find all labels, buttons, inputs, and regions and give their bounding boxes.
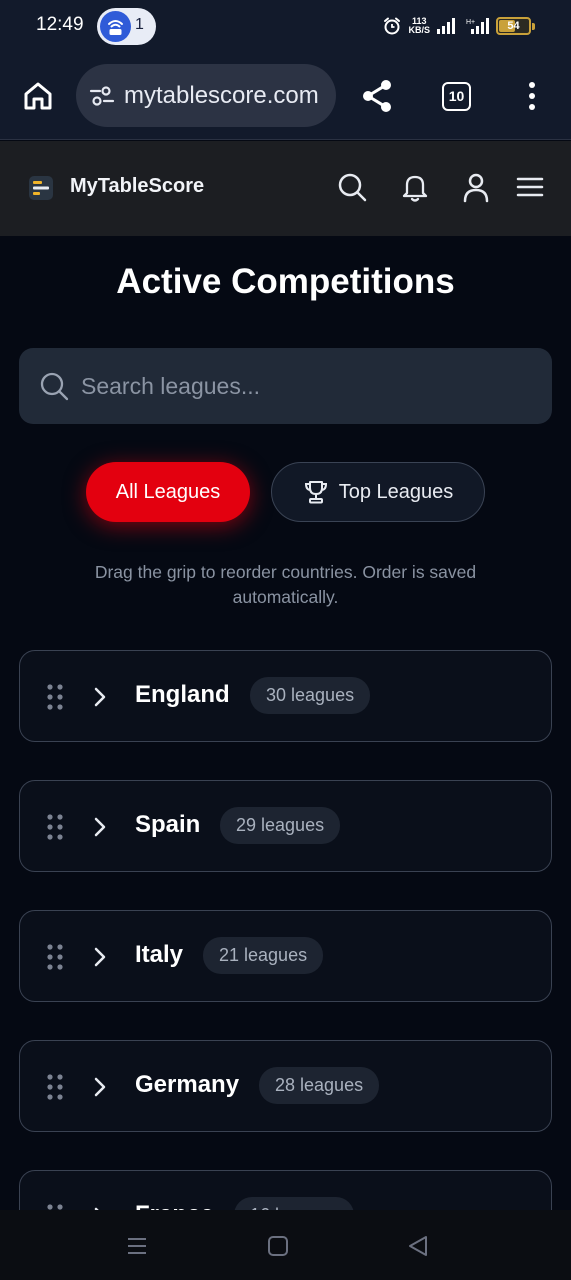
back-icon[interactable] xyxy=(406,1234,430,1258)
network-speed: 113 KB/S xyxy=(408,17,430,35)
tab-switcher-button[interactable]: 10 xyxy=(442,82,471,111)
country-name: England xyxy=(135,681,230,708)
more-options-icon[interactable] xyxy=(520,80,544,112)
league-count-badge: 30 leagues xyxy=(250,677,371,714)
league-count-badge: 21 leagues xyxy=(203,937,324,974)
screen: 12:49 1 113 KB/S H+ 54 mytablescore.com … xyxy=(0,0,571,1280)
battery-percent: 54 xyxy=(507,20,520,32)
notification-count: 1 xyxy=(135,16,144,33)
hotspot-icon xyxy=(100,11,131,42)
browser-toolbar: mytablescore.com 10 xyxy=(0,52,571,140)
country-name: Italy xyxy=(135,941,184,968)
address-bar[interactable]: mytablescore.com xyxy=(76,64,336,127)
site-settings-icon[interactable] xyxy=(88,82,116,110)
league-count-badge: 28 leagues xyxy=(259,1067,380,1104)
league-count-badge: 16 leagues xyxy=(234,1197,355,1210)
signal-icon xyxy=(437,18,455,34)
country-list: England 30 leagues Spain 29 leagues Italy 21 … xyxy=(19,650,552,1210)
drag-grip-icon[interactable] xyxy=(46,1203,64,1210)
chevron-right-icon[interactable] xyxy=(92,685,108,709)
all-leagues-button[interactable]: All Leagues xyxy=(86,462,250,522)
svg-text:H+: H+ xyxy=(466,19,475,26)
status-time: 12:49 xyxy=(36,14,84,35)
page-title: Active Competitions xyxy=(116,262,455,301)
drag-grip-icon[interactable] xyxy=(46,943,64,971)
top-leagues-button[interactable]: Top Leagues xyxy=(271,462,485,522)
share-icon[interactable] xyxy=(360,78,394,114)
search-input[interactable] xyxy=(81,366,531,406)
chevron-right-icon[interactable] xyxy=(92,945,108,969)
bell-icon[interactable] xyxy=(399,171,431,203)
notification-pill[interactable]: 1 xyxy=(97,8,156,45)
signal-h-plus-icon: H+ xyxy=(466,18,489,34)
site-header: MyTableScore xyxy=(0,141,571,236)
drag-grip-icon[interactable] xyxy=(46,683,64,711)
reorder-hint: Drag the grip to reorder countries. Orde… xyxy=(94,562,477,607)
status-indicators: 113 KB/S H+ 54 xyxy=(382,13,535,39)
league-count-badge: 29 leagues xyxy=(220,807,341,844)
all-leagues-label: All Leagues xyxy=(115,480,221,503)
chevron-right-icon[interactable] xyxy=(92,815,108,839)
battery-tip xyxy=(532,23,535,30)
user-icon[interactable] xyxy=(460,171,492,203)
home-nav-icon[interactable] xyxy=(266,1234,290,1258)
search-icon[interactable] xyxy=(336,171,368,203)
network-speed-unit: KB/S xyxy=(408,25,430,35)
brand-name[interactable]: MyTableScore xyxy=(70,175,204,198)
country-name: France xyxy=(135,1201,214,1210)
country-card[interactable]: England 30 leagues xyxy=(19,650,552,742)
alarm-icon xyxy=(384,17,401,35)
hamburger-menu-icon[interactable] xyxy=(514,171,546,203)
drag-grip-icon[interactable] xyxy=(46,1073,64,1101)
country-card[interactable]: Spain 29 leagues xyxy=(19,780,552,872)
top-leagues-label: Top Leagues xyxy=(338,480,454,503)
status-bar: 12:49 1 113 KB/S H+ 54 xyxy=(0,0,571,52)
country-card[interactable]: Italy 21 leagues xyxy=(19,910,552,1002)
url-text: mytablescore.com xyxy=(124,81,319,109)
drag-grip-icon[interactable] xyxy=(46,813,64,841)
country-name: Spain xyxy=(135,811,201,838)
country-name: Germany xyxy=(135,1071,240,1098)
trophy-icon xyxy=(304,481,327,504)
search-box[interactable] xyxy=(19,348,552,424)
battery-icon: 54 xyxy=(496,17,535,35)
country-card[interactable]: France 16 leagues xyxy=(19,1170,552,1210)
search-icon xyxy=(40,372,69,401)
logo-icon[interactable] xyxy=(28,175,54,201)
system-navigation-bar xyxy=(0,1210,571,1280)
chevron-right-icon[interactable] xyxy=(92,1075,108,1099)
recent-apps-icon[interactable] xyxy=(125,1234,149,1258)
country-card[interactable]: Germany 28 leagues xyxy=(19,1040,552,1132)
home-icon[interactable] xyxy=(20,78,56,114)
